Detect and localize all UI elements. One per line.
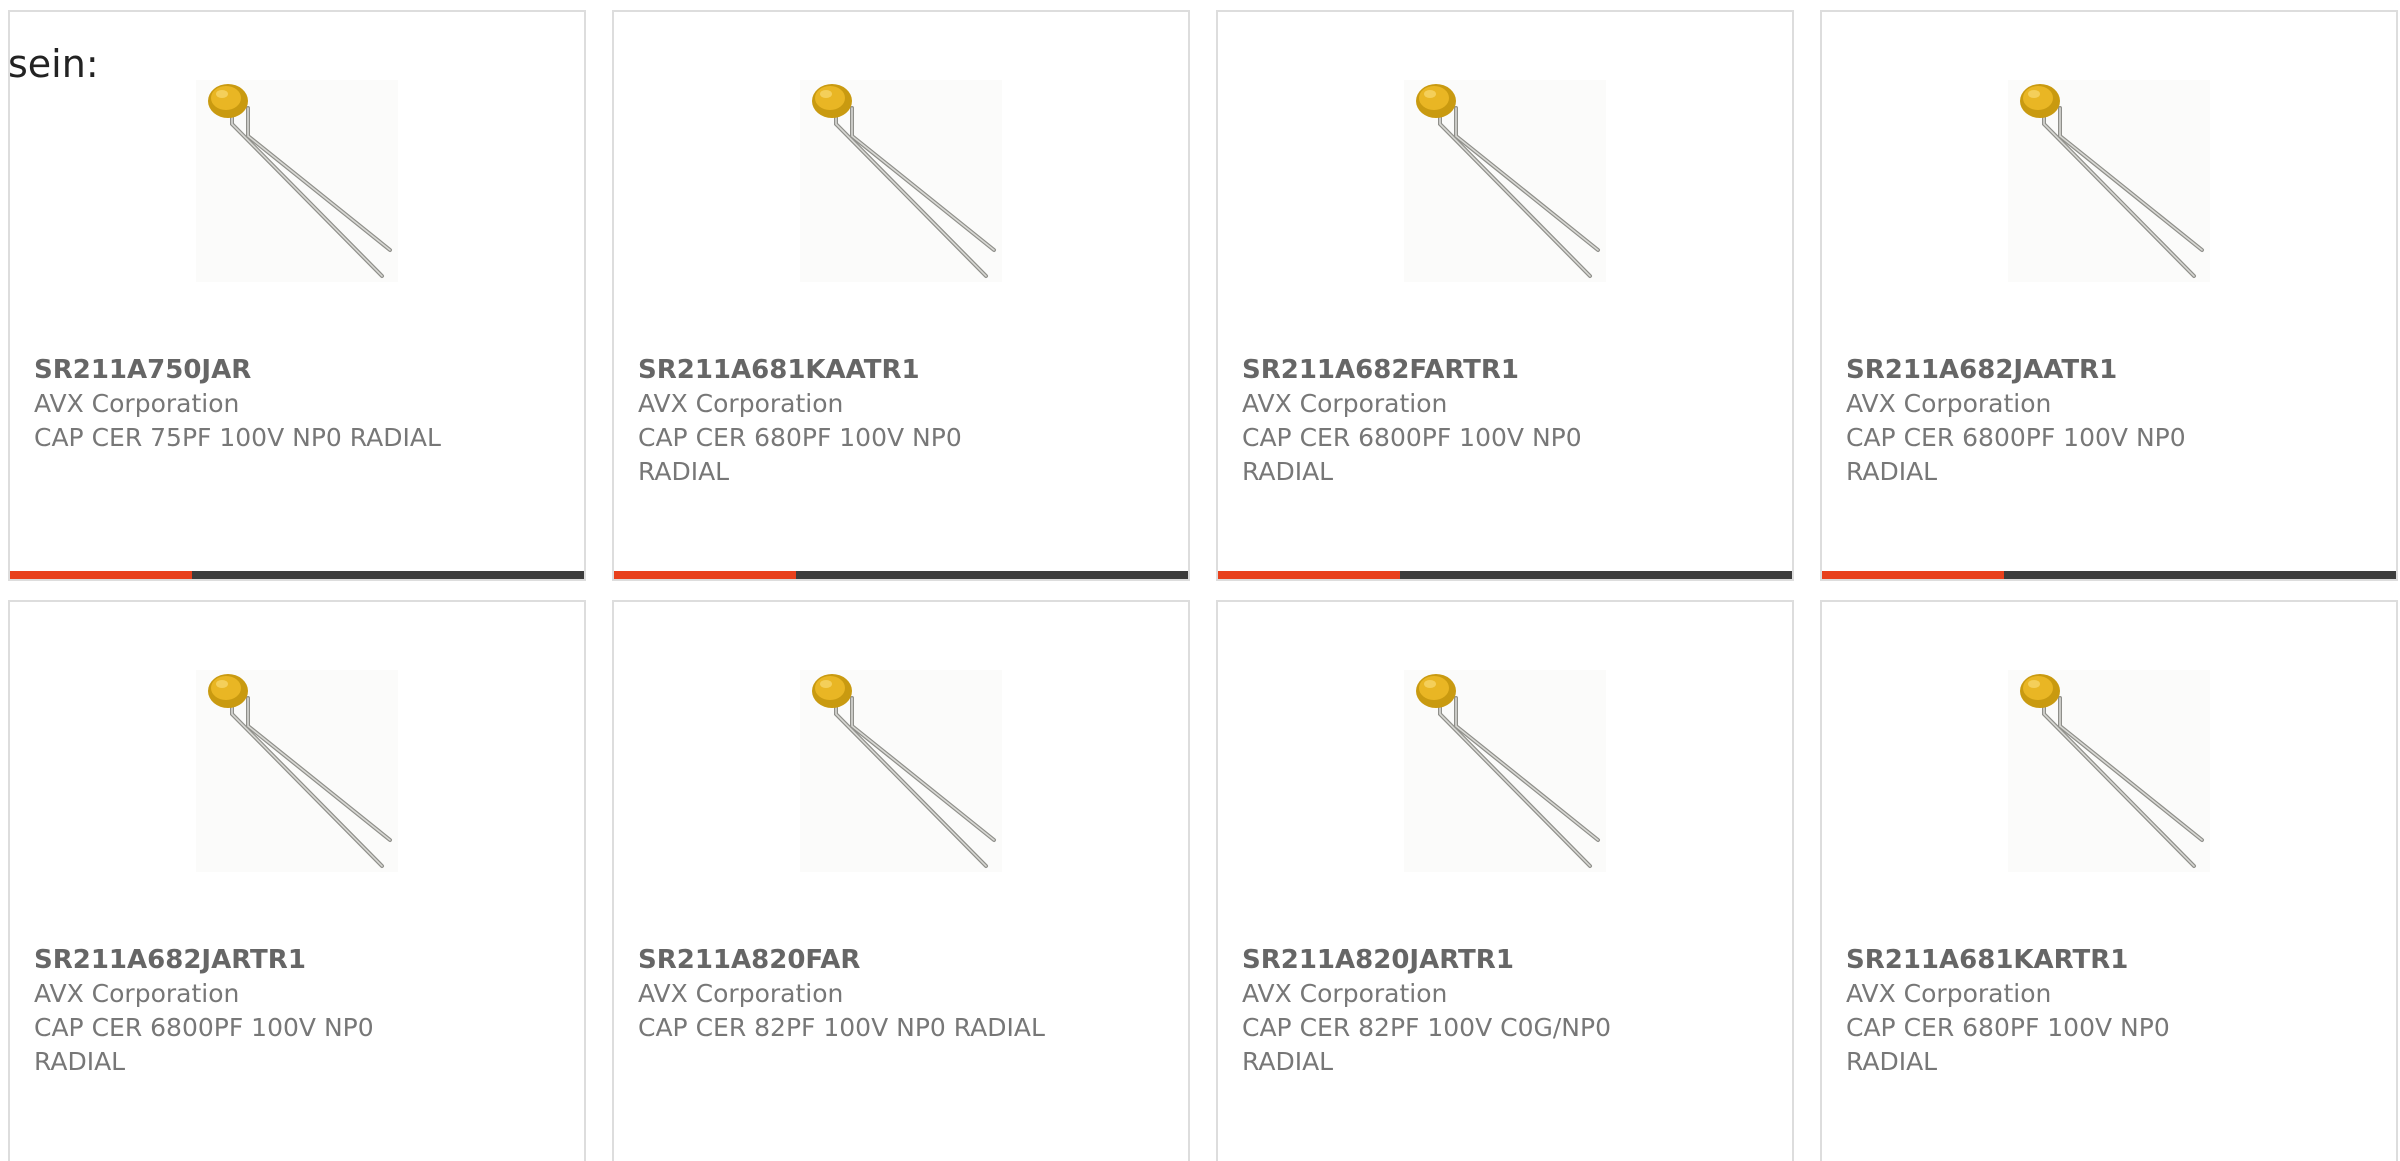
product-listing-page: SR211A750JAR AVX Corporation CAP CER 75P… bbox=[0, 0, 2400, 1161]
radial-capacitor-illustration bbox=[2008, 670, 2210, 872]
card-accent-bar bbox=[1822, 571, 2396, 579]
card-accent-bar-fill bbox=[1218, 571, 1400, 579]
product-card[interactable]: SR211A750JAR AVX Corporation CAP CER 75P… bbox=[8, 10, 586, 581]
product-card[interactable]: SR211A682JARTR1 AVX Corporation CAP CER … bbox=[8, 600, 586, 1161]
manufacturer-name: AVX Corporation bbox=[1242, 389, 1448, 418]
part-number[interactable]: SR211A682JAATR1 bbox=[1846, 353, 2117, 387]
card-accent-bar-fill bbox=[1822, 571, 2004, 579]
product-card[interactable]: SR211A681KARTR1 AVX Corporation CAP CER … bbox=[1820, 600, 2398, 1161]
product-description: CAP CER 6800PF 100V NP0 RADIAL bbox=[34, 1013, 374, 1076]
product-card[interactable]: SR211A820JARTR1 AVX Corporation CAP CER … bbox=[1216, 600, 1794, 1161]
product-description: CAP CER 6800PF 100V NP0 RADIAL bbox=[1846, 423, 2186, 486]
manufacturer-name: AVX Corporation bbox=[1242, 979, 1448, 1008]
manufacturer-name: AVX Corporation bbox=[34, 389, 240, 418]
part-number[interactable]: SR211A820FAR bbox=[638, 943, 860, 977]
card-accent-bar-fill bbox=[614, 571, 796, 579]
card-accent-bar bbox=[10, 571, 584, 579]
product-grid: SR211A750JAR AVX Corporation CAP CER 75P… bbox=[8, 10, 2400, 1161]
product-description: CAP CER 6800PF 100V NP0 RADIAL bbox=[1242, 423, 1582, 486]
product-image[interactable] bbox=[2008, 80, 2210, 282]
card-accent-bar bbox=[1218, 571, 1792, 579]
radial-capacitor-illustration bbox=[1404, 80, 1606, 282]
product-image[interactable] bbox=[1404, 670, 1606, 872]
product-image[interactable] bbox=[196, 670, 398, 872]
product-image[interactable] bbox=[800, 80, 1002, 282]
part-number[interactable]: SR211A750JAR bbox=[34, 353, 251, 387]
part-number[interactable]: SR211A682JARTR1 bbox=[34, 943, 306, 977]
part-number[interactable]: SR211A681KAATR1 bbox=[638, 353, 920, 387]
manufacturer-name: AVX Corporation bbox=[34, 979, 240, 1008]
product-image[interactable] bbox=[800, 670, 1002, 872]
lead-text: sein: bbox=[8, 42, 99, 86]
radial-capacitor-illustration bbox=[800, 670, 1002, 872]
manufacturer-name: AVX Corporation bbox=[1846, 979, 2052, 1008]
manufacturer-name: AVX Corporation bbox=[1846, 389, 2052, 418]
product-card[interactable]: SR211A682FARTR1 AVX Corporation CAP CER … bbox=[1216, 10, 1794, 581]
radial-capacitor-illustration bbox=[2008, 80, 2210, 282]
product-description: CAP CER 82PF 100V NP0 RADIAL bbox=[638, 1013, 1045, 1042]
part-number[interactable]: SR211A681KARTR1 bbox=[1846, 943, 2128, 977]
radial-capacitor-illustration bbox=[196, 80, 398, 282]
product-description: CAP CER 680PF 100V NP0 RADIAL bbox=[1846, 1013, 2170, 1076]
product-image[interactable] bbox=[2008, 670, 2210, 872]
manufacturer-name: AVX Corporation bbox=[638, 389, 844, 418]
radial-capacitor-illustration bbox=[800, 80, 1002, 282]
radial-capacitor-illustration bbox=[196, 670, 398, 872]
manufacturer-name: AVX Corporation bbox=[638, 979, 844, 1008]
part-number[interactable]: SR211A820JARTR1 bbox=[1242, 943, 1514, 977]
radial-capacitor-illustration bbox=[1404, 670, 1606, 872]
product-card[interactable]: SR211A820FAR AVX Corporation CAP CER 82P… bbox=[612, 600, 1190, 1161]
product-card[interactable]: SR211A682JAATR1 AVX Corporation CAP CER … bbox=[1820, 10, 2398, 581]
product-description: CAP CER 75PF 100V NP0 RADIAL bbox=[34, 423, 441, 452]
product-card[interactable]: SR211A681KAATR1 AVX Corporation CAP CER … bbox=[612, 10, 1190, 581]
card-accent-bar-fill bbox=[10, 571, 192, 579]
part-number[interactable]: SR211A682FARTR1 bbox=[1242, 353, 1519, 387]
card-accent-bar bbox=[614, 571, 1188, 579]
product-image[interactable] bbox=[196, 80, 398, 282]
product-description: CAP CER 82PF 100V C0G/NP0 RADIAL bbox=[1242, 1013, 1611, 1076]
product-image[interactable] bbox=[1404, 80, 1606, 282]
product-description: CAP CER 680PF 100V NP0 RADIAL bbox=[638, 423, 962, 486]
